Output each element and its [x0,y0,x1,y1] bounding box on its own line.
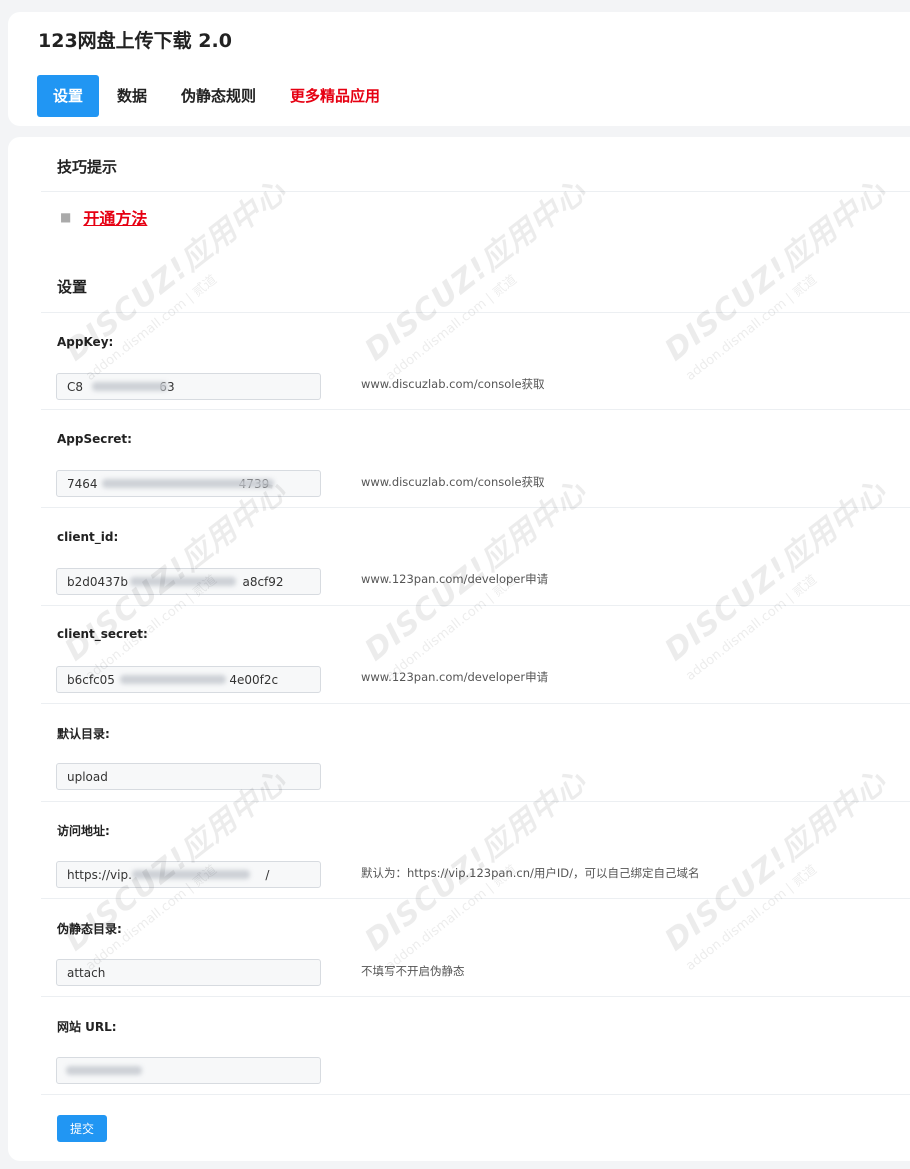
tab-data[interactable]: 数据 [101,75,163,117]
site-url-label: 网站 URL: [57,1020,117,1034]
appsecret-hint: www.discuzlab.com/console获取 [361,475,545,489]
rewrite-dir-hint: 不填写不开启伪静态 [361,964,465,978]
redaction [132,870,250,879]
redaction [130,577,236,586]
watermark: DISCUZ!应用中心addon.dismall.com | 贰道 [658,474,894,684]
access-url-hint: 默认为：https://vip.123pan.cn/用户ID/，可以自己绑定自己… [361,866,700,880]
client-id-label: client_id: [57,530,119,544]
divider [41,801,910,802]
divider [41,191,910,192]
divider [41,605,910,606]
activation-method-link[interactable]: 开通方法 [83,205,147,229]
divider [41,996,910,997]
divider [41,898,910,899]
access-url-label: 访问地址: [57,824,110,838]
tab-rewrite-rules[interactable]: 伪静态规则 [165,75,272,117]
rewrite-dir-input[interactable] [56,959,321,986]
divider [41,1094,910,1095]
tab-settings[interactable]: 设置 [37,75,100,117]
appkey-hint: www.discuzlab.com/console获取 [361,377,545,391]
tab-bar: 设置 数据 伪静态规则 更多精品应用 [37,75,398,117]
redaction [92,382,168,391]
watermark: DISCUZ!应用中心addon.dismall.com | 贰道 [658,174,894,384]
watermark: DISCUZ!应用中心addon.dismall.com | 贰道 [358,174,594,384]
settings-title: 设置 [57,278,88,296]
watermark: DISCUZ!应用中心addon.dismall.com | 贰道 [658,764,894,974]
redaction [120,675,226,684]
appsecret-label: AppSecret: [57,432,132,446]
divider [41,312,910,313]
divider [41,703,910,704]
header-card: 123网盘上传下载 2.0 设置 数据 伪静态规则 更多精品应用 [8,12,910,126]
bullet-icon: ■ [60,210,72,224]
client-secret-hint: www.123pan.com/developer申请 [361,670,549,684]
tab-more-apps[interactable]: 更多精品应用 [274,75,396,117]
default-dir-input[interactable] [56,763,321,790]
redaction [66,1066,142,1075]
client-id-hint: www.123pan.com/developer申请 [361,572,549,586]
divider [41,507,910,508]
tip-item: ■ 开通方法 [60,205,147,229]
rewrite-dir-label: 伪静态目录: [57,922,122,936]
settings-card: 技巧提示 ■ 开通方法 设置 AppKey: www.discuzlab.com… [8,137,910,1161]
client-secret-label: client_secret: [57,627,148,641]
appkey-label: AppKey: [57,335,114,349]
submit-button[interactable]: 提交 [57,1115,107,1142]
tips-title: 技巧提示 [57,158,118,176]
divider [41,409,910,410]
redaction [102,479,274,488]
default-dir-label: 默认目录: [57,727,110,741]
app-title: 123网盘上传下载 2.0 [38,30,232,52]
